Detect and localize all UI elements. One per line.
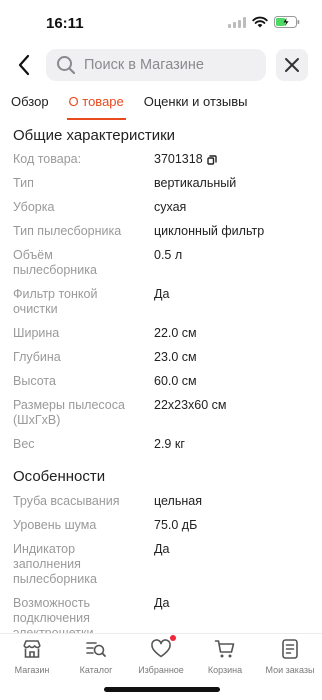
spec-row: Труба всасывания цельная: [0, 494, 322, 509]
spec-row: Тип пылесборника циклонный фильтр: [0, 224, 322, 239]
chevron-left-icon: [18, 54, 30, 76]
spec-label: Труба всасывания: [13, 494, 120, 508]
spec-value: 22.0 см: [154, 326, 197, 340]
spec-value: 22x23x60 см: [154, 398, 227, 412]
back-button[interactable]: [10, 50, 38, 80]
nav-label: Избранное: [138, 665, 184, 675]
product-specs: Общие характеристики Код товара: 3701318…: [0, 120, 322, 640]
spec-row: Фильтр тонкой очистки Да: [0, 287, 322, 317]
nav-item-catalog[interactable]: Каталог: [64, 638, 128, 675]
shop-icon: [21, 638, 43, 660]
spec-label: Индикатор заполнения пылесборника: [13, 542, 97, 586]
top-bar: [0, 46, 322, 84]
spec-row: Глубина 23.0 см: [0, 350, 322, 365]
heart-icon: [150, 635, 176, 660]
status-time: 16:11: [46, 15, 84, 32]
search-icon: [57, 56, 76, 75]
spec-row: Размеры пылесоса (ШхГхВ) 22x23x60 см: [0, 398, 322, 428]
tabs: Обзор О товаре Оценки и отзывы: [0, 90, 322, 120]
nav-item-orders[interactable]: Мои заказы: [258, 638, 322, 675]
status-icons: [228, 16, 300, 28]
spec-label: Код товара:: [13, 152, 82, 166]
spec-row: Высота 60.0 см: [0, 374, 322, 389]
spec-label: Объём пылесборника: [13, 248, 97, 277]
section-title-general: Общие характеристики: [13, 127, 176, 144]
section-title-features: Особенности: [13, 468, 106, 485]
nav-item-cart[interactable]: Корзина: [193, 638, 257, 675]
tab-about-product[interactable]: О товаре: [66, 90, 126, 120]
spec-value: циклонный фильтр: [154, 224, 265, 238]
spec-row: Объём пылесборника 0.5 л: [0, 248, 322, 278]
wifi-icon: [252, 16, 268, 28]
spec-label: Размеры пылесоса (ШхГхВ): [13, 398, 125, 427]
spec-label: Фильтр тонкой очистки: [13, 287, 98, 316]
home-indicator: [104, 687, 220, 692]
spec-label: Уборка: [13, 200, 55, 214]
spec-row: Вес 2.9 кг: [0, 437, 322, 452]
spec-label: Вес: [13, 437, 35, 451]
orders-icon: [279, 638, 301, 660]
spec-row: Тип вертикальный: [0, 176, 322, 191]
spec-value: 75.0 дБ: [154, 518, 198, 532]
signal-icon: [228, 16, 246, 28]
spec-label: Уровень шума: [13, 518, 97, 532]
copy-icon[interactable]: [206, 154, 217, 165]
spec-value: 3701318: [154, 152, 217, 167]
product-code: 3701318: [154, 152, 203, 166]
nav-label: Мои заказы: [265, 665, 315, 675]
spec-label: Тип: [13, 176, 34, 190]
notification-badge: [170, 635, 176, 641]
spec-label: Глубина: [13, 350, 61, 364]
catalog-search-icon: [85, 638, 107, 660]
nav-label: Каталог: [79, 665, 113, 675]
battery-charging-icon: [274, 16, 300, 28]
search-input[interactable]: [84, 57, 254, 73]
spec-value: Да: [154, 287, 170, 301]
spec-label: Ширина: [13, 326, 60, 340]
nav-label: Магазин: [14, 665, 50, 675]
spec-row: Уборка сухая: [0, 200, 322, 215]
spec-value: 2.9 кг: [154, 437, 185, 451]
spec-row: Код товара: 3701318: [0, 152, 322, 167]
cart-icon: [214, 638, 236, 660]
tab-reviews[interactable]: Оценки и отзывы: [144, 90, 248, 120]
status-bar: 16:11: [0, 0, 322, 44]
spec-value: 0.5 л: [154, 248, 183, 262]
spec-value: 23.0 см: [154, 350, 197, 364]
nav-item-favorites[interactable]: Избранное: [129, 635, 193, 675]
spec-row: Уровень шума 75.0 дБ: [0, 518, 322, 533]
spec-row: Индикатор заполнения пылесборника Да: [0, 542, 322, 587]
nav-item-shop[interactable]: Магазин: [0, 638, 64, 675]
tab-overview[interactable]: Обзор: [11, 90, 49, 120]
spec-value: вертикальный: [154, 176, 237, 190]
spec-label: Тип пылесборника: [13, 224, 122, 238]
spec-value: цельная: [154, 494, 202, 508]
spec-value: 60.0 см: [154, 374, 197, 388]
spec-value: Да: [154, 542, 170, 556]
spec-row: Ширина 22.0 см: [0, 326, 322, 341]
close-button[interactable]: [276, 49, 308, 81]
spec-label: Высота: [13, 374, 56, 388]
search-box[interactable]: [46, 49, 266, 81]
spec-value: сухая: [154, 200, 187, 214]
close-icon: [285, 58, 299, 72]
nav-label: Корзина: [207, 665, 243, 675]
